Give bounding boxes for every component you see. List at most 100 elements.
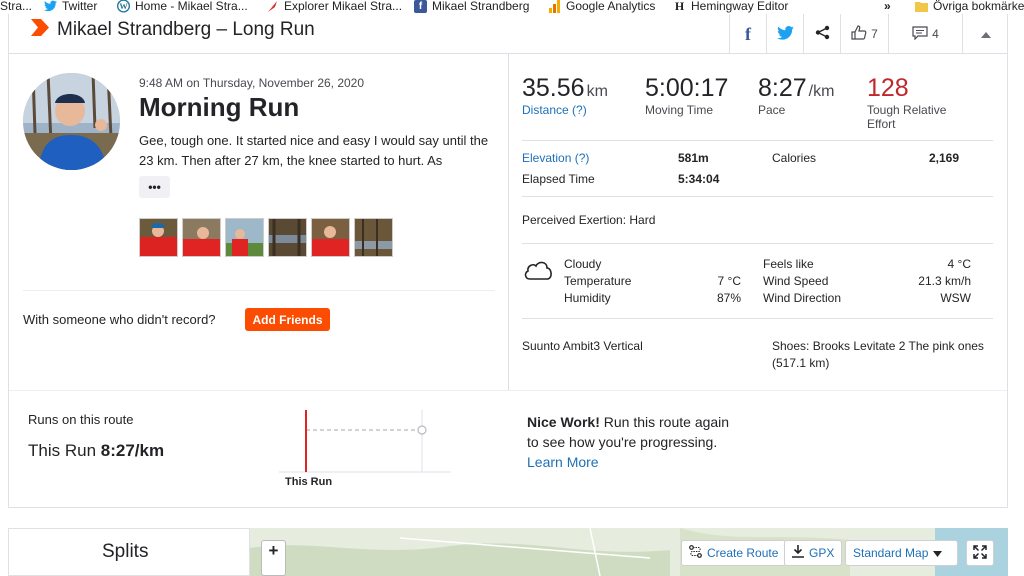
chevron-double-right-icon: » (884, 0, 891, 13)
this-run-pace: This Run 8:27/km (28, 441, 164, 461)
temperature-label: Temperature (564, 274, 632, 288)
kudos-count: 7 (871, 27, 878, 41)
nice-work-bold: Nice Work! (527, 414, 600, 430)
route-title: Runs on this route (28, 412, 134, 427)
shoes-distance: (517.1 km) (772, 356, 830, 370)
photo-thumbnail[interactable] (311, 218, 350, 257)
photo-thumbnail[interactable] (354, 218, 393, 257)
facebook-icon: f (414, 0, 427, 13)
humidity-label: Humidity (564, 291, 611, 305)
chart-this-run-label: This Run (285, 476, 333, 488)
share-twitter-button[interactable] (766, 14, 803, 54)
stat-distance: 35.56 km Distance (?) (522, 74, 608, 117)
bookmark-facebook[interactable]: f Mikael Strandberg (414, 0, 529, 14)
feels-like-label: Feels like (763, 257, 814, 271)
route-map[interactable]: + Create Route GPX Standard Map (250, 528, 1008, 576)
moving-time-label: Moving Time (645, 103, 714, 117)
stat-pace: 8:27/km Pace (758, 74, 834, 117)
activity-title-group: Mikael Strandberg – Long Run (31, 19, 315, 41)
fullscreen-button[interactable] (966, 540, 994, 566)
divider (9, 390, 1007, 391)
bookmark-label: Explorer Mikael Stra... (284, 0, 403, 13)
bookmark-label: Home - Mikael Stra... (135, 0, 248, 13)
hemingway-icon: H (674, 0, 685, 13)
splits-panel: Splits (8, 528, 250, 576)
kudos-button[interactable]: 7 (840, 14, 888, 54)
bookmarks-bar: Stra... Twitter W Home - Mikael Stra... … (0, 0, 1024, 14)
map-style-dropdown[interactable]: Standard Map (845, 540, 958, 566)
shoes-name[interactable]: Shoes: Brooks Levitate 2 The pink ones (772, 339, 984, 353)
bookmark-label: Mikael Strandberg (432, 0, 530, 13)
facebook-icon: f (745, 23, 751, 44)
route-efforts-chart (279, 410, 454, 481)
share-icon (815, 25, 830, 43)
feels-like-value: 4 °C (947, 257, 971, 271)
bookmark-other-folder[interactable]: Övriga bokmärke (915, 0, 1024, 14)
cloudy-icon (523, 259, 553, 286)
activity-header: Mikael Strandberg – Long Run f 7 4 (8, 14, 1008, 54)
comments-button[interactable]: 4 (888, 14, 962, 54)
page-title: Mikael Strandberg – Long Run (57, 19, 315, 40)
bookmark-explorer[interactable]: Explorer Mikael Stra... (266, 0, 402, 14)
feather-icon (266, 0, 279, 13)
share-button[interactable] (803, 14, 840, 54)
create-route-button[interactable]: Create Route (681, 540, 787, 566)
bookmark-analytics[interactable]: Google Analytics (548, 0, 655, 14)
plus-icon: + (268, 541, 279, 560)
activity-details: 9:48 AM on Thursday, November 26, 2020 M… (9, 54, 509, 390)
divider (23, 290, 495, 291)
photo-thumbnail[interactable] (268, 218, 307, 257)
wind-speed-value: 21.3 km/h (918, 274, 971, 288)
bookmarks-overflow-button[interactable]: » (884, 0, 891, 14)
twitter-icon (44, 0, 57, 13)
bookmark-wordpress[interactable]: W Home - Mikael Stra... (117, 0, 248, 14)
activity-description: Gee, tough one. It started nice and easy… (139, 133, 489, 168)
athlete-avatar[interactable] (23, 73, 120, 170)
caret-down-icon (933, 546, 943, 560)
activity-summary-card: 9:48 AM on Thursday, November 26, 2020 M… (8, 54, 1008, 508)
learn-more-link[interactable]: Learn More (527, 452, 729, 472)
weather-condition: Cloudy (564, 257, 602, 271)
bookmark-label: Google Analytics (566, 0, 656, 13)
comments-count: 4 (932, 27, 939, 41)
humidity-value: 87% (716, 291, 741, 305)
effort-label-line1: Tough Relative (867, 103, 947, 117)
distance-value: 35.56 (522, 74, 585, 102)
route-icon (689, 545, 702, 561)
elevation-value: 581m (678, 151, 709, 165)
elevation-label-link[interactable]: Elevation (?) (522, 151, 589, 165)
bookmark-item[interactable]: Stra... (0, 0, 32, 14)
stat-moving-time: 5:00:17 Moving Time (645, 74, 728, 117)
photo-thumbnail[interactable] (182, 218, 221, 257)
bookmark-twitter[interactable]: Twitter (44, 0, 97, 14)
elapsed-time-label: Elapsed Time (522, 172, 595, 186)
bookmark-hemingway[interactable]: H Hemingway Editor (673, 0, 789, 14)
device-name: Suunto Ambit3 Vertical (522, 339, 643, 353)
friends-prompt: With someone who didn't record? (23, 312, 216, 327)
bookmark-label: Hemingway Editor (691, 0, 789, 13)
create-route-label: Create Route (707, 546, 779, 560)
bookmark-label: Twitter (62, 0, 98, 13)
twitter-icon (776, 25, 794, 43)
nice-work-text: to see how you're progressing. (527, 434, 718, 450)
share-facebook-button[interactable]: f (729, 14, 766, 54)
photo-thumbnail[interactable] (139, 218, 178, 257)
effort-value: 128 (867, 74, 909, 102)
ellipsis-icon: ••• (148, 180, 161, 194)
nice-work-text: Run this route again (599, 414, 730, 430)
collapse-header-button[interactable] (962, 14, 1008, 54)
pace-unit: /km (808, 83, 835, 100)
wind-speed-label: Wind Speed (763, 274, 829, 288)
stat-relative-effort[interactable]: 128 Tough Relative Effort (867, 74, 946, 131)
analytics-icon (548, 0, 561, 13)
distance-label-link[interactable]: Distance (?) (522, 103, 608, 117)
nice-work-message: Nice Work! Run this route again to see h… (527, 412, 729, 472)
zoom-in-button[interactable]: + (261, 540, 286, 576)
more-description-button[interactable]: ••• (139, 176, 170, 198)
wordpress-icon: W (117, 0, 130, 13)
divider (522, 196, 993, 197)
photo-thumbnail[interactable] (225, 218, 264, 257)
add-friends-button[interactable]: Add Friends (245, 308, 330, 331)
gpx-export-button[interactable]: GPX (784, 540, 843, 566)
calories-value: 2,169 (928, 151, 959, 165)
